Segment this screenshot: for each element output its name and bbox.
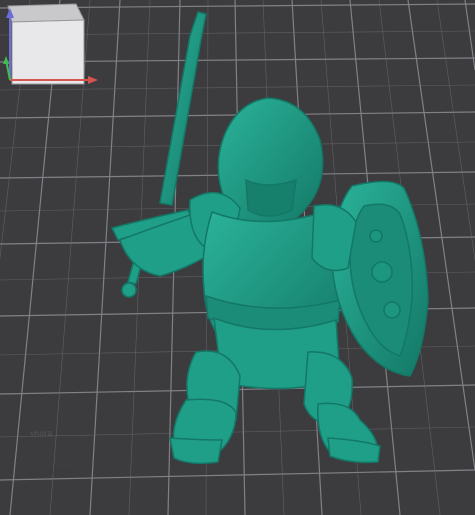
sword-blade: [159, 11, 207, 206]
view-navigation-cube[interactable]: [0, 0, 100, 92]
cube-front-face-label[interactable]: Zepředu: [27, 466, 73, 479]
x-axis-arrow: [88, 76, 98, 84]
y-axis-arrow: [3, 56, 9, 64]
3d-viewport[interactable]: shora Zepředu: [0, 0, 475, 515]
cube-top-face-label[interactable]: shora: [30, 429, 53, 439]
